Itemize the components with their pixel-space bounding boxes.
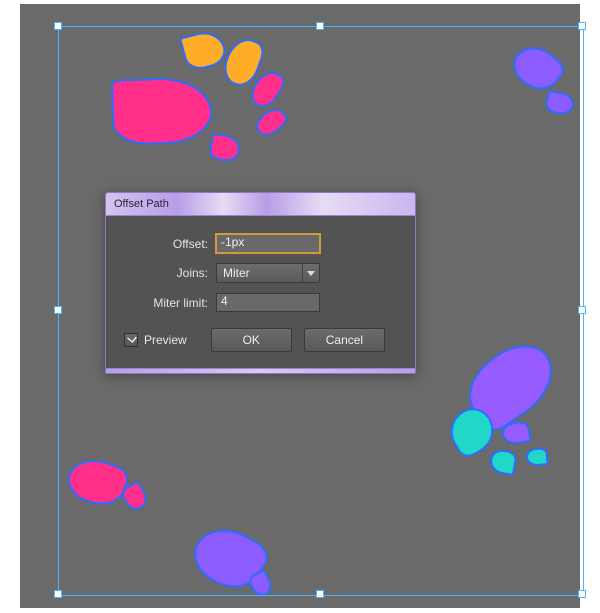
preview-label: Preview bbox=[144, 333, 187, 347]
offset-value: -1px bbox=[221, 235, 244, 249]
offset-path-dialog: Offset Path Offset: -1px Joins: Miter bbox=[105, 192, 416, 374]
cancel-label: Cancel bbox=[326, 333, 363, 347]
paisley-shape[interactable] bbox=[254, 106, 287, 138]
app-stage: Offset Path Offset: -1px Joins: Miter bbox=[0, 0, 600, 613]
checkbox-icon bbox=[124, 333, 138, 347]
joins-label: Joins: bbox=[124, 266, 208, 280]
dialog-titlebar[interactable]: Offset Path bbox=[106, 193, 415, 216]
offset-label: Offset: bbox=[124, 237, 208, 251]
joins-select[interactable]: Miter bbox=[216, 263, 320, 283]
paisley-shape[interactable] bbox=[65, 454, 129, 510]
paisley-shape[interactable] bbox=[547, 92, 574, 114]
paisley-shape[interactable] bbox=[210, 135, 239, 161]
selection-handle[interactable] bbox=[316, 590, 324, 598]
dialog-actions: Preview OK Cancel bbox=[124, 328, 397, 352]
selection-handle[interactable] bbox=[54, 306, 62, 314]
paisley-shape[interactable] bbox=[509, 40, 566, 96]
ok-button[interactable]: OK bbox=[211, 328, 292, 352]
selection-handle[interactable] bbox=[578, 306, 586, 314]
offset-input[interactable]: -1px bbox=[216, 234, 320, 253]
chevron-down-icon bbox=[302, 264, 319, 282]
paisley-shape[interactable] bbox=[113, 78, 211, 143]
joins-row: Joins: Miter bbox=[124, 263, 397, 283]
miter-limit-value: 4 bbox=[221, 294, 228, 308]
paisley-shape[interactable] bbox=[122, 483, 149, 511]
miter-limit-input[interactable]: 4 bbox=[216, 293, 320, 312]
selection-handle[interactable] bbox=[578, 590, 586, 598]
paisley-shape[interactable] bbox=[221, 36, 264, 88]
paisley-shape[interactable] bbox=[527, 449, 546, 465]
selection-handle[interactable] bbox=[54, 22, 62, 30]
selection-handle[interactable] bbox=[54, 590, 62, 598]
joins-value: Miter bbox=[223, 266, 250, 280]
cancel-button[interactable]: Cancel bbox=[304, 328, 385, 352]
dialog-body: Offset: -1px Joins: Miter Miter limit: 4 bbox=[106, 216, 415, 368]
paisley-shape[interactable] bbox=[490, 450, 515, 474]
selection-handle[interactable] bbox=[316, 22, 324, 30]
offset-row: Offset: -1px bbox=[124, 234, 397, 253]
miter-limit-row: Miter limit: 4 bbox=[124, 293, 397, 312]
paisley-shape[interactable] bbox=[182, 30, 227, 71]
paisley-shape[interactable] bbox=[249, 69, 286, 109]
dialog-border-bottom bbox=[106, 368, 415, 373]
miter-limit-label: Miter limit: bbox=[124, 296, 208, 310]
ok-label: OK bbox=[243, 333, 260, 347]
selection-handle[interactable] bbox=[578, 22, 586, 30]
preview-checkbox[interactable]: Preview bbox=[124, 333, 187, 347]
dialog-title: Offset Path bbox=[114, 198, 169, 210]
paisley-shape[interactable] bbox=[503, 422, 530, 444]
